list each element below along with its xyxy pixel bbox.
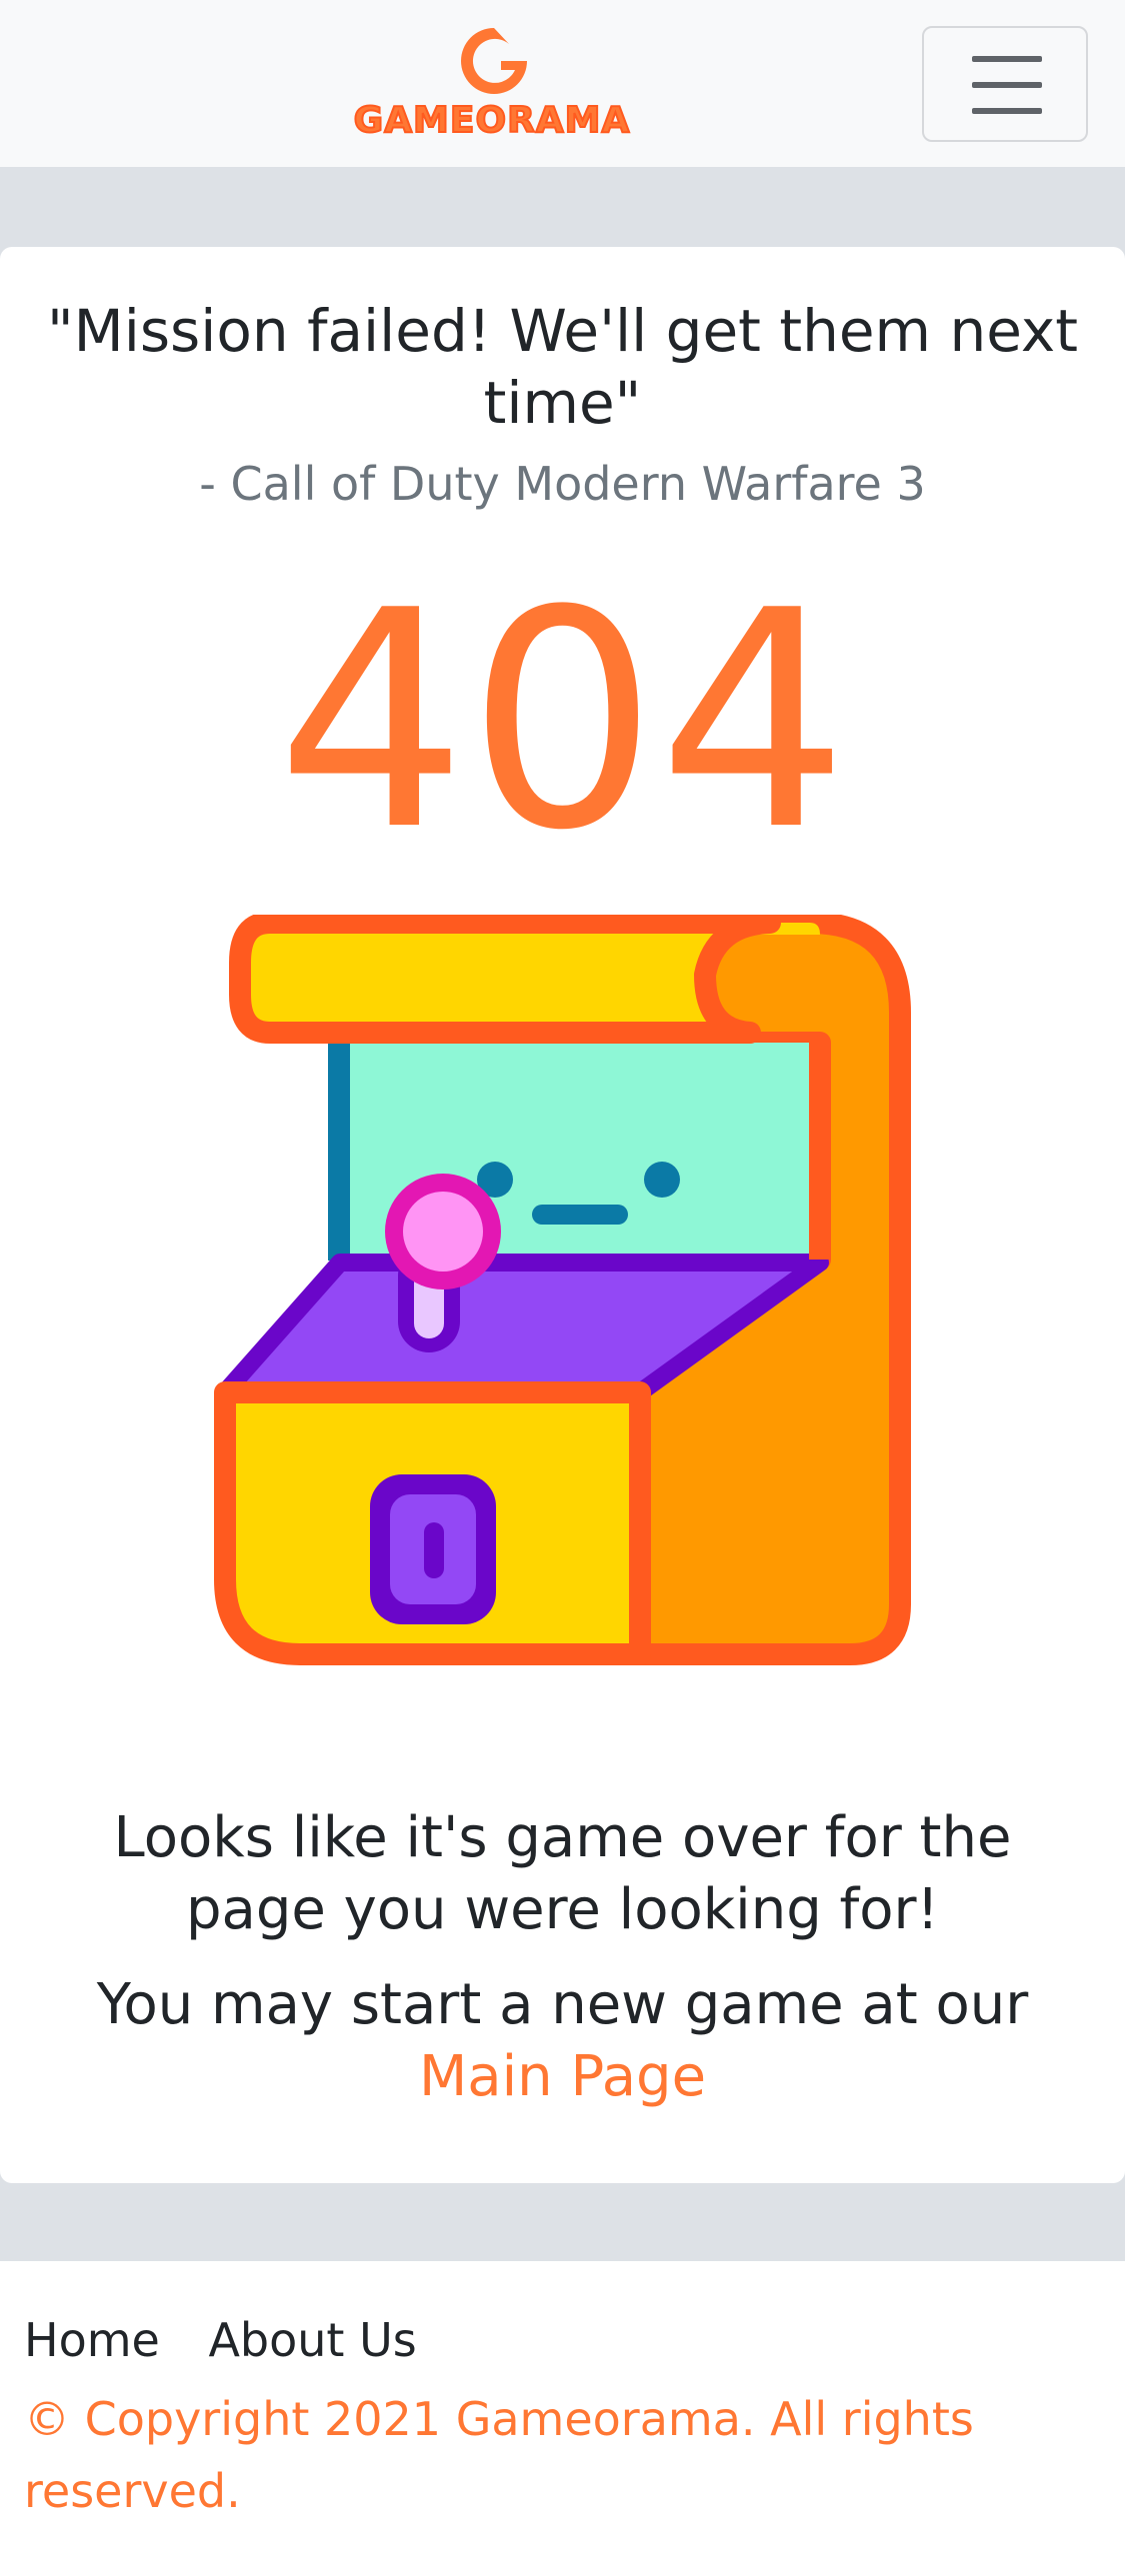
logo-g-icon [461, 28, 527, 94]
error-message: Looks like it's game over for the page y… [113, 1805, 1012, 1942]
navbar: GAMEORAMA [0, 0, 1125, 167]
footer-link-about-us[interactable]: About Us [208, 2313, 416, 2367]
hamburger-icon-bar [972, 82, 1042, 88]
error-code: 404 [276, 547, 849, 896]
hamburger-icon-bar [972, 108, 1042, 114]
arcade-machine-icon [214, 915, 911, 1665]
brand-logo[interactable]: GAMEORAMA [352, 24, 632, 144]
main-page-link[interactable]: Main Page [419, 2044, 706, 2109]
error-quote: "Mission failed! We'll get them next tim… [47, 297, 1078, 437]
footer-nav: Home About Us [24, 2313, 451, 2367]
hamburger-icon [972, 56, 1042, 62]
copyright-text: © Copyright 2021 Gameorama. All rights r… [24, 2392, 974, 2518]
error-card: "Mission failed! We'll get them next tim… [0, 247, 1125, 2183]
menu-toggle-button[interactable] [922, 26, 1088, 142]
quote-source: - Call of Duty Modern Warfare 3 [199, 457, 926, 511]
footer-link-home[interactable]: Home [24, 2313, 160, 2367]
footer: Home About Us © Copyright 2021 Gameorama… [0, 2261, 1125, 2576]
brand-name: GAMEORAMA [353, 99, 631, 142]
redirect-prefix: You may start a new game at our [96, 1972, 1029, 2037]
redirect-message: You may start a new game at our Main Pag… [30, 1969, 1095, 2113]
